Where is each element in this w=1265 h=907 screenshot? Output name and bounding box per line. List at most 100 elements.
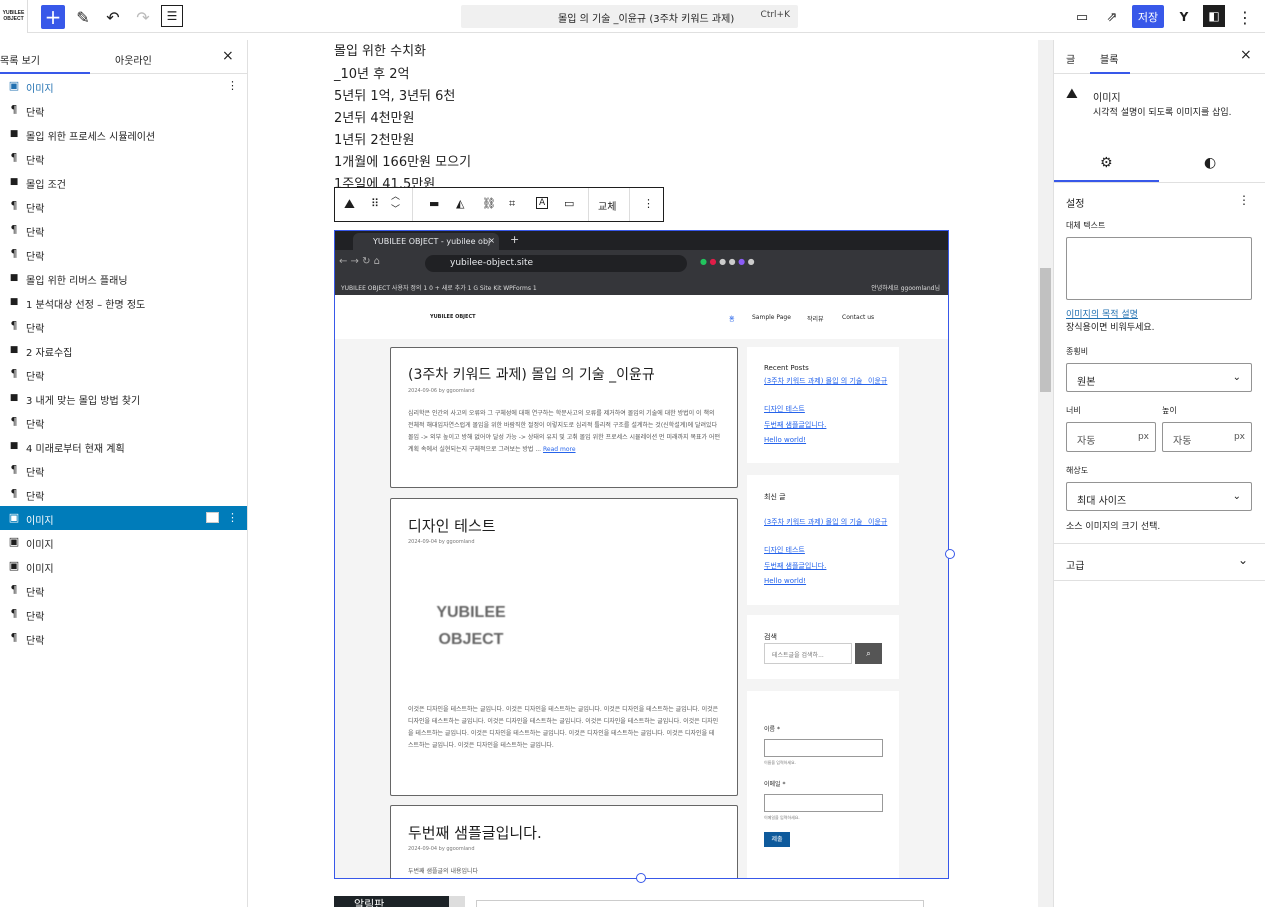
chevron-down-icon[interactable]: ⌄ bbox=[1238, 553, 1248, 567]
more-options-icon[interactable]: ⋮ bbox=[227, 79, 238, 92]
settings-sidebar-icon[interactable]: ◧ bbox=[1203, 5, 1225, 27]
list-view-item[interactable]: ¶ 단락 bbox=[0, 194, 247, 218]
post-card: 디자인 테스트 2024-09-04 by ggoomland YUBILEE … bbox=[390, 498, 738, 796]
image-block[interactable]: YUBILEE OBJECT - yubilee obj × + ← → ↻ ⌂ … bbox=[334, 230, 949, 879]
crop-icon[interactable]: ⌗ bbox=[509, 197, 515, 211]
list-view-item[interactable]: ▣ 이미지 bbox=[0, 530, 247, 554]
site-logo[interactable]: YUBILEE OBJECT bbox=[0, 0, 28, 33]
styles-icon[interactable]: ◐ bbox=[1204, 155, 1216, 171]
save-button[interactable]: 저장 bbox=[1132, 5, 1164, 28]
nav-item: Sample Page bbox=[752, 314, 791, 321]
image-icon: ▣ bbox=[8, 511, 20, 524]
align-icon[interactable]: ▬ bbox=[429, 197, 439, 210]
list-view-item[interactable]: ■ 몰입 위한 리버스 플래닝 bbox=[0, 266, 247, 290]
list-view-item[interactable]: ■ 3 내게 맞는 몰입 방법 찾기 bbox=[0, 386, 247, 410]
recent-posts-widget: Recent Posts (3주차 키워드 과제) 몰입 의 기술 _이윤규 디… bbox=[747, 347, 899, 463]
link-icon[interactable]: ⛓ bbox=[482, 197, 496, 210]
resize-handle-bottom[interactable] bbox=[636, 873, 646, 883]
list-view-item[interactable]: ¶ 단락 bbox=[0, 578, 247, 602]
widget-link: 두번째 샘플글입니다. bbox=[764, 421, 827, 429]
list-view-item[interactable]: ¶ 단락 bbox=[0, 362, 247, 386]
next-image-block[interactable]: 알림판 bbox=[334, 896, 449, 907]
tab-outline[interactable]: 아웃라인 bbox=[115, 52, 152, 67]
width-input[interactable]: 자동 px bbox=[1066, 422, 1156, 452]
undo-icon[interactable]: ↶ bbox=[101, 5, 125, 29]
list-view-item-label: 단락 bbox=[26, 612, 45, 623]
list-view-item-label: 단락 bbox=[26, 228, 45, 239]
replace-button[interactable]: 교체 bbox=[598, 198, 616, 213]
paragraph-block[interactable]: _10년 후 2억 bbox=[334, 63, 409, 82]
list-view-item[interactable]: ▣ 이미지 bbox=[0, 554, 247, 578]
more-options-icon[interactable]: ⋮ bbox=[643, 197, 654, 210]
pencil-icon[interactable]: ✎ bbox=[71, 5, 95, 29]
list-view-item[interactable]: ¶ 단락 bbox=[0, 482, 247, 506]
options-menu-icon[interactable]: ⋮ bbox=[1233, 5, 1257, 29]
paragraph-block[interactable]: 5년뒤 1억, 3년뒤 6천 bbox=[334, 85, 455, 104]
resolution-select[interactable]: 최대 사이즈 ⌄ bbox=[1066, 482, 1252, 511]
list-view-item[interactable]: ■ 1 분석대상 선정 – 한명 정도 bbox=[0, 290, 247, 314]
view-icon[interactable]: ▭ bbox=[1070, 5, 1094, 29]
heading-icon: ■ bbox=[9, 177, 19, 187]
paragraph-block[interactable]: 1개월에 166만원 모으기 bbox=[334, 151, 471, 170]
advanced-section-toggle[interactable]: 고급 bbox=[1066, 557, 1084, 572]
list-view-item[interactable]: ▣ 이미지 ⋮ bbox=[0, 74, 247, 98]
list-view-item[interactable]: ▣ 이미지 ⋮ bbox=[0, 506, 247, 530]
list-view-item[interactable]: ¶ 단락 bbox=[0, 626, 247, 650]
more-options-icon[interactable]: ⋮ bbox=[1238, 193, 1250, 207]
drag-handle-icon[interactable]: ⠿ bbox=[371, 197, 379, 210]
add-block-button[interactable]: + bbox=[41, 5, 65, 29]
list-view-item[interactable]: ¶ 단락 bbox=[0, 458, 247, 482]
list-view-item[interactable]: ¶ 단락 bbox=[0, 602, 247, 626]
settings-tabs: 글 블록 × bbox=[1054, 40, 1265, 74]
resolution-help: 소스 이미지의 크기 선택. bbox=[1066, 522, 1161, 532]
document-overview-icon[interactable]: ☰ bbox=[161, 5, 183, 27]
tab-post[interactable]: 글 bbox=[1066, 51, 1075, 66]
tab-list-view[interactable]: 목록 보기 bbox=[0, 52, 40, 67]
paragraph-icon: ¶ bbox=[10, 631, 18, 644]
redo-icon[interactable]: ↷ bbox=[131, 5, 155, 29]
list-view-item[interactable]: ■ 2 자료수집 bbox=[0, 338, 247, 362]
canvas-scrollbar[interactable] bbox=[1038, 40, 1053, 907]
form-label: 이메일 * bbox=[764, 781, 786, 788]
image-icon: ▣ bbox=[8, 535, 20, 548]
text-overlay-icon[interactable]: A bbox=[536, 197, 549, 209]
scrollbar-thumb[interactable] bbox=[1040, 268, 1051, 392]
aspect-ratio-select[interactable]: 원본 ⌄ bbox=[1066, 363, 1252, 392]
yoast-icon[interactable]: Y bbox=[1172, 5, 1196, 29]
alt-purpose-link[interactable]: 이미지의 목적 설명 bbox=[1066, 307, 1138, 320]
command-palette[interactable]: 몰입 의 기술 _이윤규 (3주차 키워드 과제) Ctrl+K bbox=[461, 5, 798, 28]
chevron-down-icon: ⌄ bbox=[1232, 491, 1241, 502]
list-view-item[interactable]: ¶ 단락 bbox=[0, 146, 247, 170]
paragraph-block[interactable]: 2년뒤 4천만원 bbox=[334, 107, 414, 126]
list-view-item[interactable]: ¶ 단락 bbox=[0, 242, 247, 266]
external-link-icon[interactable]: ⇗ bbox=[1100, 5, 1124, 29]
list-view-item[interactable]: ¶ 단락 bbox=[0, 98, 247, 122]
more-options-icon[interactable]: ⋮ bbox=[227, 511, 238, 524]
list-view-item[interactable]: ■ 몰입 조건 bbox=[0, 170, 247, 194]
list-view-item[interactable]: ¶ 단락 bbox=[0, 314, 247, 338]
height-input[interactable]: 자동 px bbox=[1162, 422, 1252, 452]
tab-block[interactable]: 블록 bbox=[1100, 51, 1118, 66]
list-view-item[interactable]: ■ 몰입 위한 프로세스 시뮬레이션 bbox=[0, 122, 247, 146]
close-icon[interactable]: × bbox=[1240, 47, 1252, 63]
paragraph-block[interactable]: 1년뒤 2천만원 bbox=[334, 129, 414, 148]
caption-icon[interactable]: ▭ bbox=[564, 197, 574, 210]
close-icon[interactable]: × bbox=[222, 48, 234, 64]
list-view-item[interactable]: ■ 4 미래로부터 현재 계획 bbox=[0, 434, 247, 458]
duotone-icon[interactable]: ◭ bbox=[456, 197, 464, 210]
list-view-item[interactable]: ¶ 단락 bbox=[0, 410, 247, 434]
image-icon[interactable]: ⛰ bbox=[344, 197, 355, 212]
post-title: (3주차 키워드 과제) 몰입 의 기술 _이윤규 bbox=[408, 367, 655, 383]
list-view-item[interactable]: ¶ 단락 bbox=[0, 218, 247, 242]
height-unit: px bbox=[1233, 432, 1245, 442]
resize-handle-right[interactable] bbox=[945, 549, 955, 559]
search-input: 테스트글을 검색하... bbox=[764, 643, 852, 664]
alt-text-textarea[interactable] bbox=[1066, 237, 1252, 300]
settings-sidebar: 글 블록 × ⛰ 이미지 시각적 설명이 되도록 이미지를 삽입. ⚙ ◐ 설정… bbox=[1053, 40, 1265, 907]
move-arrows-icon[interactable]: ︿ ﹀ bbox=[391, 191, 400, 217]
browser-toolbar: ← → ↻ ⌂ yubilee-object.site ● ● ● ● ● ● bbox=[335, 250, 948, 277]
heading-icon: ■ bbox=[9, 441, 19, 451]
settings-gear-icon[interactable]: ⚙ bbox=[1100, 155, 1113, 171]
paragraph-icon: ¶ bbox=[10, 247, 18, 260]
paragraph-block[interactable]: 몰입 위한 수치화 bbox=[334, 40, 426, 59]
